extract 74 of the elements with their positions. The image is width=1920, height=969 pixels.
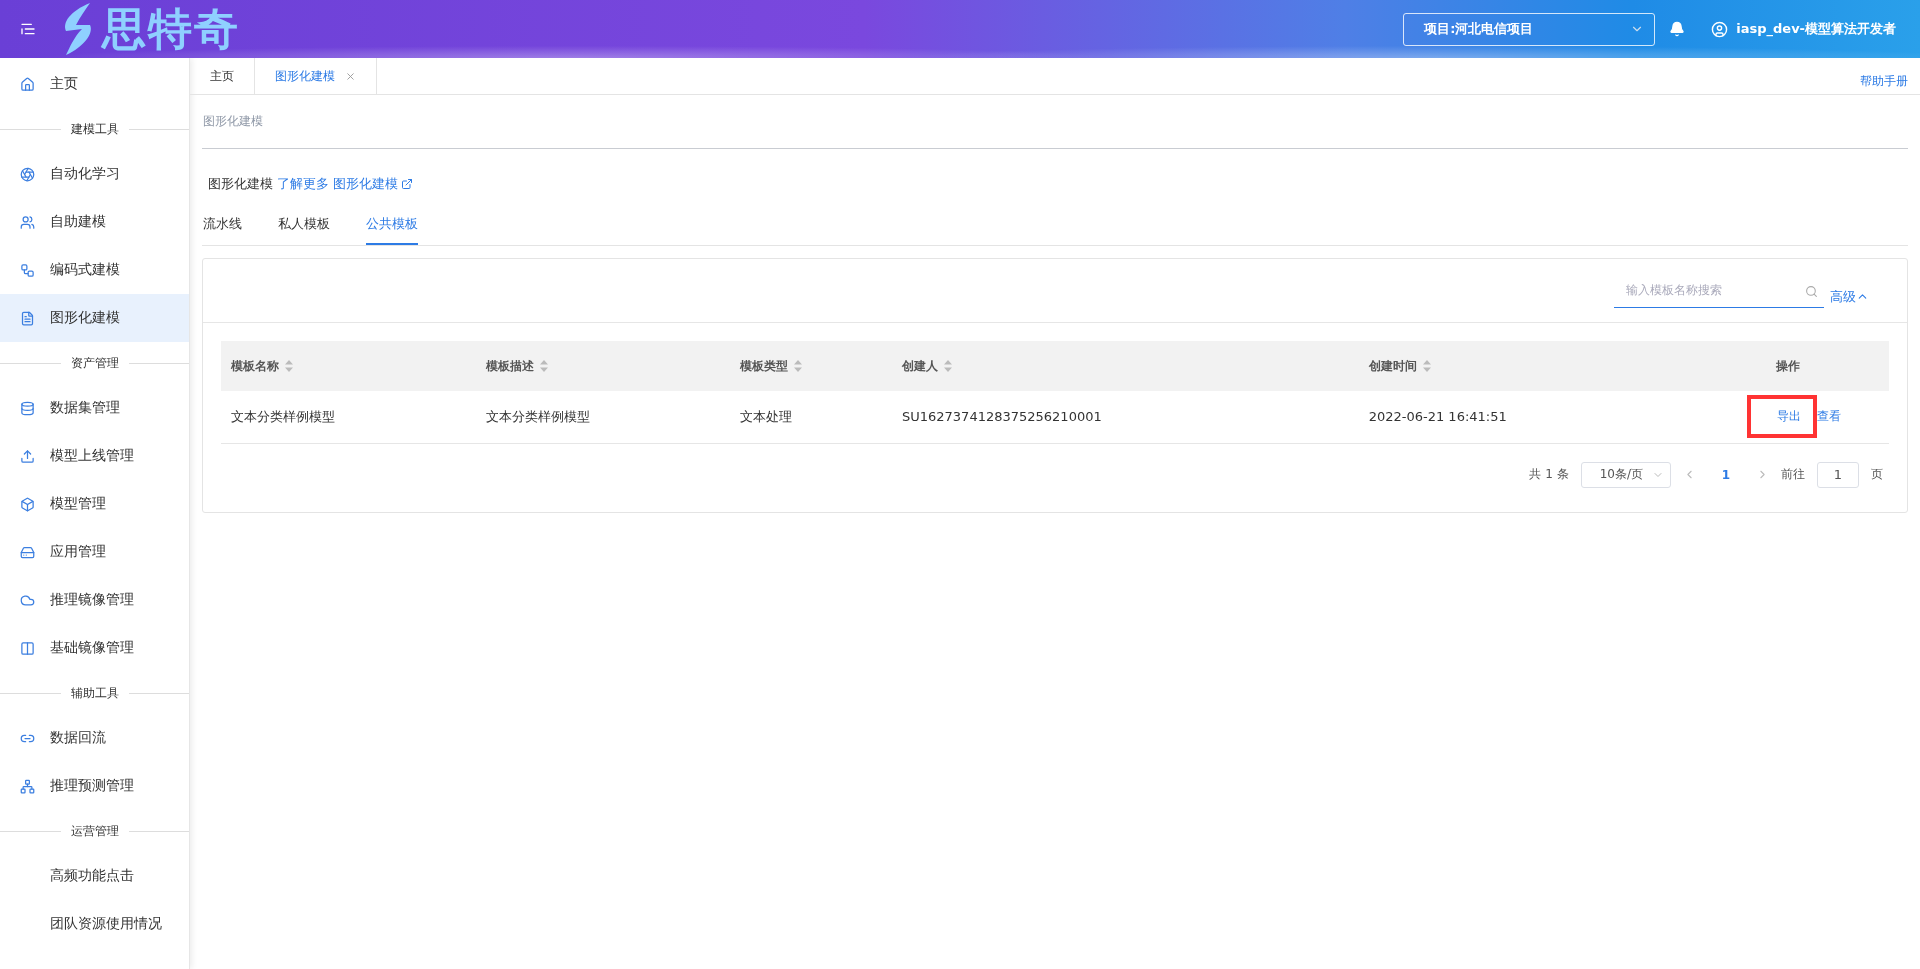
- intro-title: 图形化建模: [208, 175, 273, 193]
- bell-icon[interactable]: [1669, 21, 1686, 37]
- sidebar-item[interactable]: 数据回流: [0, 714, 189, 762]
- sidebar-item[interactable]: 图形化建模: [0, 294, 189, 342]
- sidebar-item[interactable]: 推理预测管理: [0, 762, 189, 810]
- upload-icon: [20, 448, 35, 464]
- sort-icon: [944, 360, 952, 372]
- columns-icon: [20, 640, 35, 656]
- sort-icon: [539, 360, 548, 372]
- project-select[interactable]: 项目:河北电信项目: [1403, 12, 1656, 46]
- tab[interactable]: 私人模板: [278, 211, 330, 245]
- section-label: 建模工具: [70, 120, 119, 138]
- help-link[interactable]: 帮助手册: [1860, 73, 1908, 94]
- page-size-select[interactable]: 10条/页: [1580, 461, 1671, 488]
- table-cell: 文本处理: [730, 391, 892, 443]
- goto-label: 前往: [1781, 466, 1805, 483]
- drive-icon: [20, 544, 35, 560]
- tab[interactable]: 公共模板: [366, 211, 418, 245]
- external-link-icon: [401, 178, 414, 190]
- table-cell: 2022-06-21 16:41:51: [1358, 391, 1689, 443]
- sort-icon: [285, 360, 293, 372]
- home-icon: [20, 76, 35, 92]
- section-label: 辅助工具: [70, 684, 119, 702]
- sort-icon: [794, 360, 803, 372]
- sidebar-item[interactable]: 团队资源使用情况: [0, 900, 189, 948]
- column-header[interactable]: 创建人: [892, 341, 1359, 391]
- close-icon[interactable]: [345, 70, 356, 82]
- sidebar-item[interactable]: 模型管理: [0, 480, 189, 528]
- page-tab[interactable]: 主页: [190, 58, 255, 94]
- column-header[interactable]: 模板类型: [730, 341, 892, 391]
- aperture-icon: [20, 166, 35, 182]
- database-icon: [20, 400, 35, 416]
- table-cell: SU1627374128375256210001: [892, 391, 1359, 443]
- menu-icon[interactable]: [20, 21, 36, 37]
- sidebar-item[interactable]: 数据集管理: [0, 384, 189, 432]
- column-header[interactable]: 模板描述: [475, 341, 731, 391]
- tab[interactable]: 流水线: [203, 211, 242, 245]
- network-icon: [20, 778, 35, 794]
- sidebar-item[interactable]: 自动化学习: [0, 150, 189, 198]
- sidebar-item[interactable]: 模型上线管理: [0, 432, 189, 480]
- cube-icon: [20, 496, 35, 512]
- sidebar-item[interactable]: 高频功能点击: [0, 852, 189, 900]
- table-cell: 文本分类样例模型: [221, 391, 476, 443]
- column-header: 操作: [1688, 341, 1889, 391]
- users-icon: [20, 214, 35, 230]
- sidebar-item[interactable]: 编码式建模: [0, 246, 189, 294]
- sidebar-item[interactable]: 应用管理: [0, 528, 189, 576]
- advanced-link[interactable]: 高级: [1830, 287, 1869, 306]
- column-header[interactable]: 模板名称: [221, 341, 476, 391]
- search-field[interactable]: 输入模板名称搜索: [1614, 273, 1824, 308]
- page-suffix: 页: [1871, 466, 1883, 483]
- workflow-icon: [20, 262, 35, 278]
- section-label: 资产管理: [70, 354, 119, 372]
- sidebar-item[interactable]: 自助建模: [0, 198, 189, 246]
- cloud-icon: [20, 592, 35, 608]
- sidebar-item[interactable]: 基础镜像管理: [0, 624, 189, 672]
- breadcrumb: 图形化建模: [202, 95, 1908, 149]
- total-count: 共 1 条: [1529, 466, 1569, 483]
- column-header[interactable]: 创建时间: [1358, 341, 1689, 391]
- sort-icon: [1422, 360, 1431, 372]
- table-cell: 文本分类样例模型: [475, 391, 731, 443]
- page-input[interactable]: 1: [1817, 461, 1859, 488]
- learn-more-link[interactable]: 了解更多 图形化建模: [277, 175, 414, 193]
- search-icon: [1805, 284, 1818, 298]
- highlighted-action-link[interactable]: 导出: [1747, 395, 1817, 439]
- sidebar-item[interactable]: 推理镜像管理: [0, 576, 189, 624]
- section-label: 运营管理: [70, 822, 119, 840]
- sidebar-item[interactable]: 主页: [0, 60, 189, 108]
- user-icon: [1711, 20, 1729, 38]
- page-tab[interactable]: 图形化建模: [255, 58, 377, 94]
- page-number[interactable]: 1: [1707, 467, 1744, 482]
- document-icon: [20, 310, 35, 326]
- logo-text: 思特奇: [102, 7, 240, 51]
- action-link[interactable]: 查看: [1817, 408, 1841, 426]
